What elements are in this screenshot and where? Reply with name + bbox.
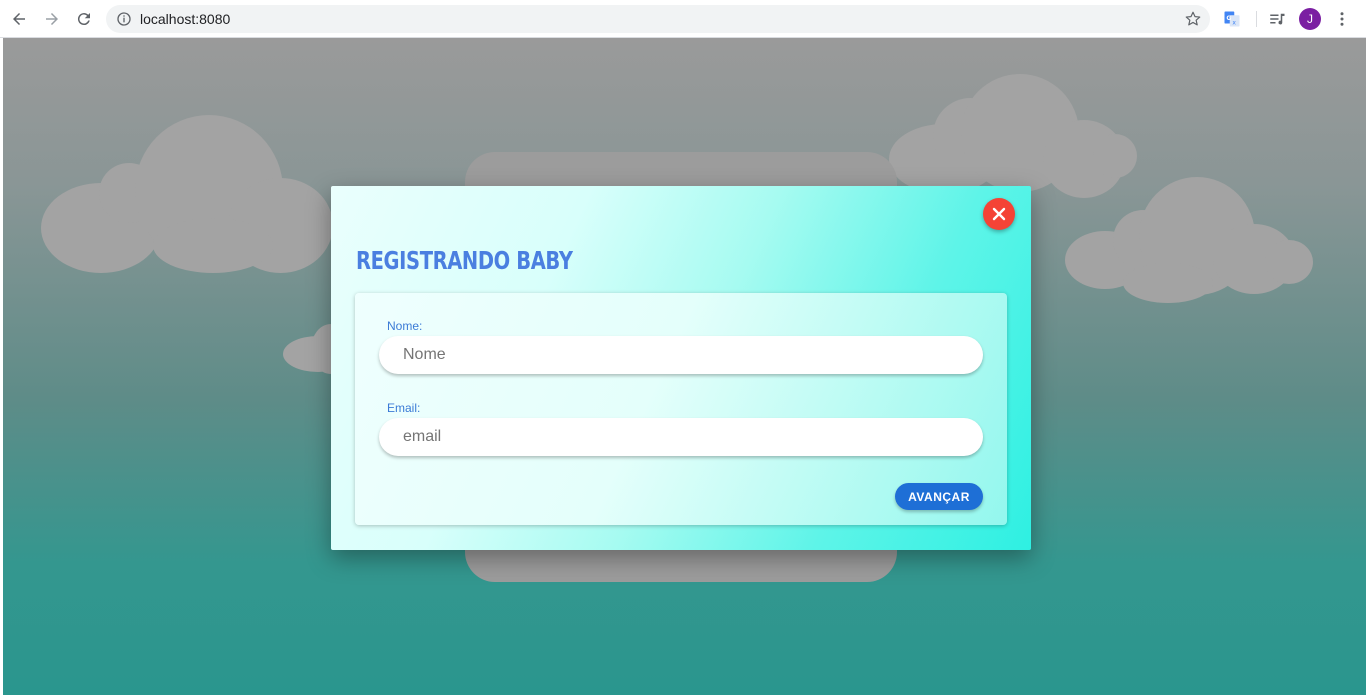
browser-menu-button[interactable] xyxy=(1332,9,1352,29)
name-label: Nome: xyxy=(387,319,423,333)
kebab-menu-icon xyxy=(1340,12,1344,26)
browser-toolbar: localhost:8080 G x J xyxy=(0,0,1366,38)
address-bar[interactable]: localhost:8080 xyxy=(106,5,1210,33)
arrow-left-icon xyxy=(13,13,25,25)
advance-button[interactable]: AVANÇAR xyxy=(895,483,983,510)
name-input[interactable] xyxy=(379,336,983,374)
svg-text:x: x xyxy=(1232,19,1236,26)
svg-text:G: G xyxy=(1226,15,1231,22)
close-icon xyxy=(992,207,1006,221)
email-input[interactable] xyxy=(379,418,983,456)
translate-extension[interactable]: G x xyxy=(1222,9,1242,29)
close-button[interactable] xyxy=(983,198,1015,230)
profile-avatar[interactable]: J xyxy=(1299,8,1321,30)
back-button[interactable] xyxy=(8,8,30,30)
registration-form: Nome: Email: AVANÇAR xyxy=(355,293,1007,525)
register-baby-dialog: Registrando Baby Nome: Email: AVANÇAR xyxy=(331,186,1031,550)
media-control-button[interactable] xyxy=(1267,9,1287,29)
dialog-title: Registrando Baby xyxy=(356,246,573,275)
toolbar-divider xyxy=(1256,11,1257,27)
forward-button[interactable] xyxy=(41,8,63,30)
arrow-right-icon xyxy=(46,13,58,25)
info-icon[interactable] xyxy=(116,11,132,27)
google-translate-icon: G x xyxy=(1224,11,1240,27)
reload-icon xyxy=(77,13,90,26)
email-label: Email: xyxy=(387,401,421,415)
url-text[interactable]: localhost:8080 xyxy=(140,11,230,27)
reload-button[interactable] xyxy=(73,8,95,30)
star-icon[interactable] xyxy=(1184,10,1202,28)
playlist-icon xyxy=(1270,13,1285,25)
